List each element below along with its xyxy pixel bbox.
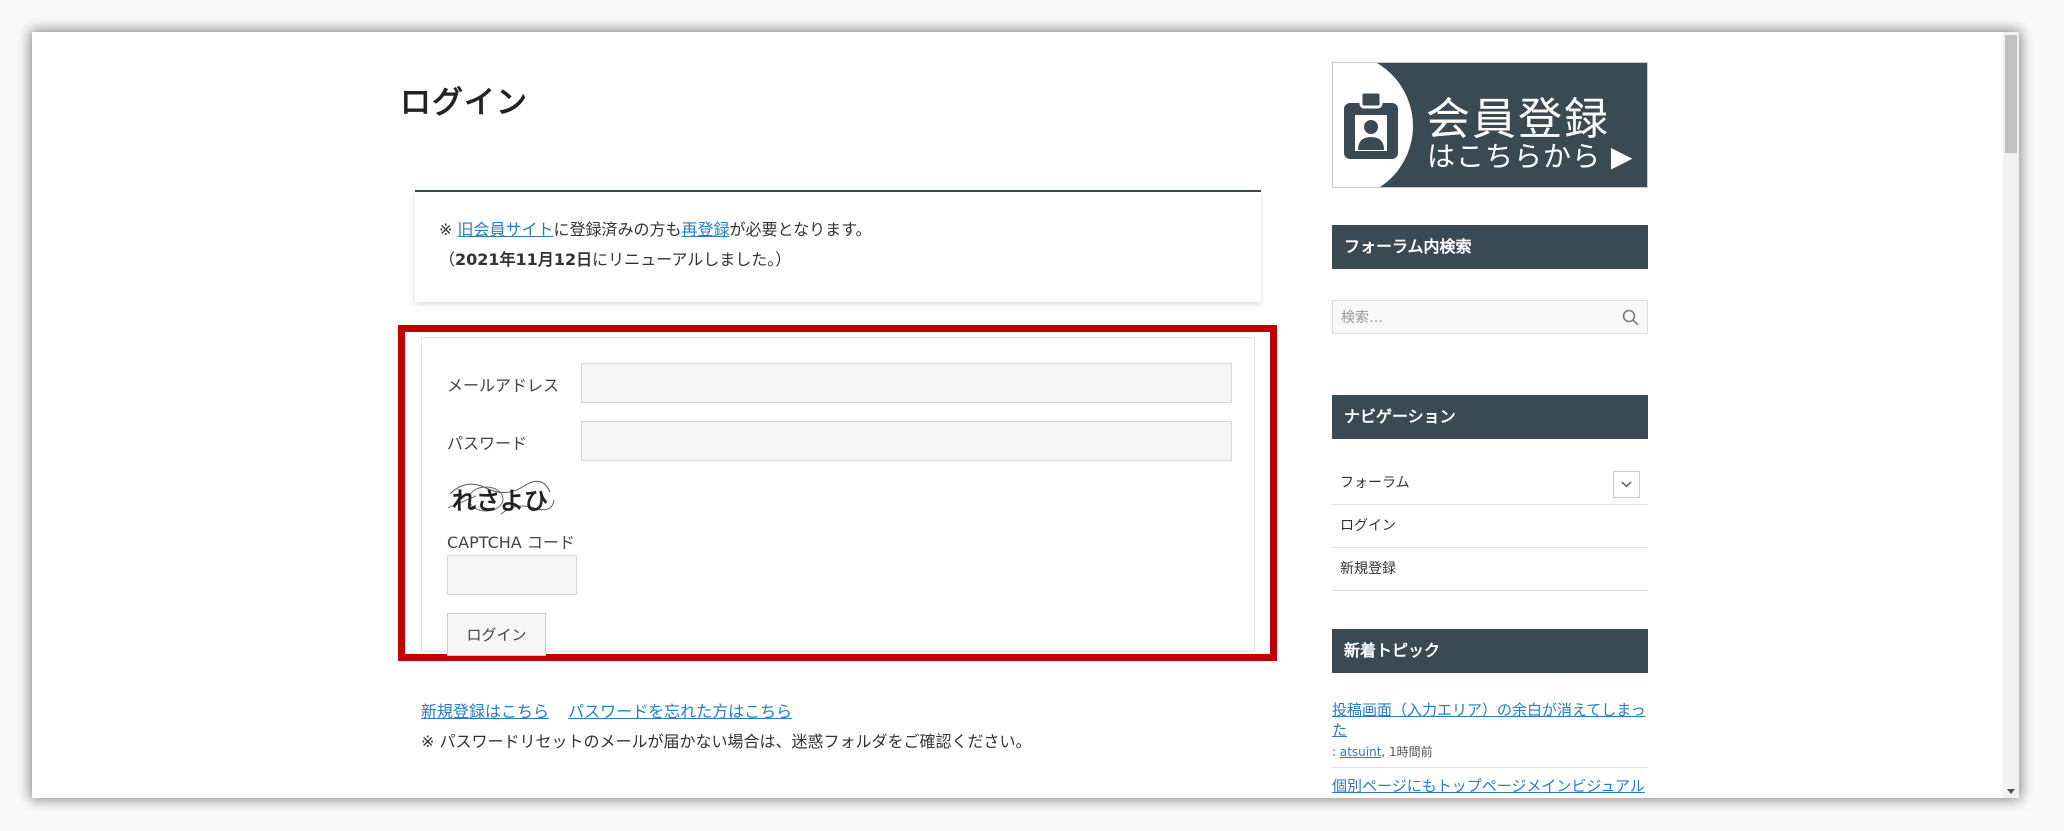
notice-text-end: が必要となります。 [729, 220, 872, 239]
notice-prefix: ※ [439, 220, 453, 239]
renewal-date: 2021年11月12日 [455, 250, 593, 269]
topic-link[interactable]: 個別ページにもトップページメインビジュアル [1332, 776, 1645, 796]
reset-mail-note: ※ パスワードリセットのメールが届かない場合は、迷惑フォルダをご確認ください。 [421, 732, 1032, 751]
password-label: パスワード [447, 434, 528, 453]
chevron-down-icon [1621, 481, 1632, 488]
nav-item-forum[interactable]: フォーラム [1332, 462, 1648, 505]
scrollbar-thumb[interactable] [2005, 35, 2017, 153]
member-registration-banner[interactable]: 会員登録 はこちらから ▶ [1332, 62, 1648, 188]
notice-paren-open: （ [439, 250, 456, 269]
page-title: ログイン [400, 85, 528, 121]
topic-meta: : atsuint, 1時間前 [1332, 743, 1433, 760]
login-button[interactable]: ログイン [447, 613, 546, 656]
forum-search-heading: フォーラム内検索 [1332, 225, 1648, 269]
forum-search-box [1332, 300, 1648, 335]
captcha-field[interactable] [447, 555, 577, 595]
new-topics-heading: 新着トピック [1332, 629, 1648, 673]
email-label: メールアドレス [447, 376, 560, 395]
topic-author-link[interactable]: atsuint [1340, 745, 1382, 759]
nav-expand-toggle[interactable] [1613, 471, 1640, 498]
password-field[interactable] [581, 421, 1232, 461]
id-badge-icon [1344, 90, 1398, 159]
email-field[interactable] [581, 363, 1232, 403]
notice-text-mid: に登録済みの方も [553, 220, 682, 239]
search-input[interactable] [1333, 301, 1623, 335]
renewal-notice: ※ 旧会員サイトに登録済みの方も再登録が必要となります。 （2021年11月12… [415, 190, 1261, 302]
notice-line-2: （2021年11月12日にリニューアルしました。） [439, 244, 791, 275]
search-icon[interactable] [1622, 309, 1639, 326]
notice-renewal-end: にリニューアルしました。） [592, 250, 792, 269]
captcha-text: れさよひ [452, 486, 548, 515]
register-link[interactable]: 新規登録はこちら [421, 702, 549, 721]
banner-subtitle: はこちらから ▶ [1427, 140, 1634, 173]
forgot-password-link[interactable]: パスワードを忘れた方はこちら [568, 702, 792, 721]
nav-item-label: フォーラム [1340, 475, 1410, 491]
nav-item-login[interactable]: ログイン [1332, 505, 1648, 548]
reregister-link[interactable]: 再登録 [682, 220, 730, 239]
old-site-link[interactable]: 旧会員サイト [458, 220, 554, 239]
vertical-scrollbar[interactable] [2003, 32, 2019, 798]
scroll-down-arrow-icon[interactable] [2007, 789, 2015, 794]
account-links: 新規登録はこちら パスワードを忘れた方はこちら [421, 698, 806, 722]
nav-item-label: 新規登録 [1340, 561, 1396, 577]
notice-line-1: ※ 旧会員サイトに登録済みの方も再登録が必要となります。 [439, 214, 871, 245]
topic-link[interactable]: 投稿画面（入力エリア）の余白が消えてしまった [1332, 700, 1648, 740]
navigation-heading: ナビゲーション [1332, 395, 1648, 439]
browser-window: ログイン ※ 旧会員サイトに登録済みの方も再登録が必要となります。 （2021年… [32, 32, 2019, 798]
topic-time: , 1時間前 [1381, 745, 1433, 759]
captcha-label: CAPTCHA コード [447, 533, 575, 552]
topic-meta-prefix: : [1332, 745, 1340, 759]
captcha-image: れさよひ [446, 478, 556, 522]
topic-divider [1332, 767, 1648, 768]
nav-item-label: ログイン [1340, 518, 1396, 534]
nav-item-register[interactable]: 新規登録 [1332, 548, 1648, 591]
